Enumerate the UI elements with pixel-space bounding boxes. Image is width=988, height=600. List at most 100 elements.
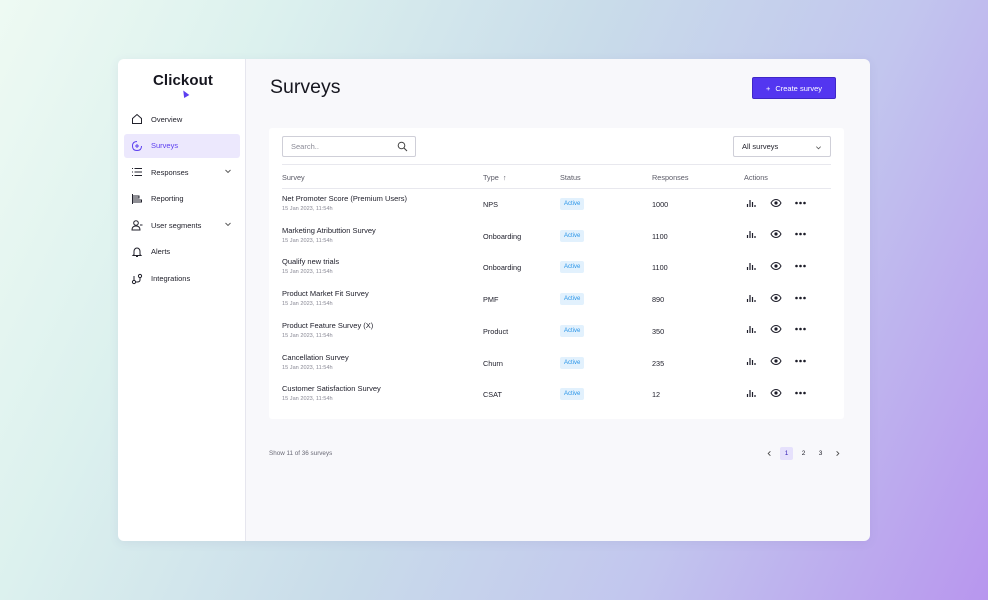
row-actions xyxy=(744,196,807,209)
prev-page-icon[interactable] xyxy=(763,447,776,460)
page-2-button[interactable]: 2 xyxy=(797,447,810,460)
sidebar-item-label: Integrations xyxy=(151,274,191,284)
chart-icon[interactable] xyxy=(744,323,757,336)
page-title: Surveys xyxy=(270,76,341,98)
survey-type: NPS xyxy=(483,200,499,209)
search-icon[interactable] xyxy=(397,141,408,154)
sidebar: Clickout Overview Surveys Responses Repo… xyxy=(118,59,246,541)
table-row[interactable]: Product Market Fit Survey 15 Jan 2023, 11… xyxy=(282,284,831,316)
survey-type: Product xyxy=(483,326,509,336)
status-badge: Active xyxy=(560,293,585,306)
chevron-down-icon[interactable] xyxy=(224,220,232,230)
eye-icon[interactable] xyxy=(769,386,782,399)
survey-name[interactable]: Product Feature Survey (X) xyxy=(282,321,373,330)
sidebar-item-reporting[interactable]: Reporting xyxy=(124,187,240,211)
home-icon xyxy=(130,112,144,126)
survey-date: 15 Jan 2023, 11:54h xyxy=(282,269,333,276)
eye-icon[interactable] xyxy=(769,291,782,304)
survey-type: Churn xyxy=(483,358,503,368)
column-actions: Actions xyxy=(744,173,768,182)
column-survey[interactable]: Survey xyxy=(282,173,305,182)
more-options-icon[interactable] xyxy=(794,323,807,336)
page-3-button[interactable]: 3 xyxy=(814,447,827,460)
sort-arrow-icon: ↑ xyxy=(502,173,507,182)
chart-icon[interactable] xyxy=(744,196,757,209)
sidebar-item-surveys[interactable]: Surveys xyxy=(124,133,240,158)
more-options-icon[interactable] xyxy=(794,355,807,368)
row-actions xyxy=(744,291,807,304)
response-count: 1000 xyxy=(652,200,669,209)
response-count: 12 xyxy=(652,390,661,400)
filter-selected: All surveys xyxy=(742,142,779,151)
survey-name[interactable]: Net Promoter Score (Premium Users) xyxy=(282,194,407,203)
chart-icon[interactable] xyxy=(744,228,757,241)
row-actions xyxy=(744,355,807,368)
more-options-icon[interactable] xyxy=(794,259,807,272)
column-type[interactable]: Type ↑ xyxy=(483,173,507,182)
chart-icon[interactable] xyxy=(744,259,757,272)
survey-date: 15 Jan 2023, 11:54h xyxy=(282,364,333,371)
survey-type: Onboarding xyxy=(483,263,522,273)
sidebar-item-integrations[interactable]: Integrations xyxy=(124,267,240,291)
sidebar-item-responses[interactable]: Responses xyxy=(124,160,240,184)
table-row[interactable]: Customer Satisfaction Survey 15 Jan 2023,… xyxy=(282,379,831,411)
survey-type: PMF xyxy=(483,295,499,305)
column-responses[interactable]: Responses xyxy=(652,173,689,182)
survey-type: Onboarding xyxy=(483,231,522,241)
table-row[interactable]: Qualify new trials 15 Jan 2023, 11:54h Onb… xyxy=(282,252,831,284)
integrations-icon xyxy=(130,272,144,286)
more-options-icon[interactable] xyxy=(794,386,807,399)
create-survey-button[interactable]: + Create survey xyxy=(752,77,836,99)
survey-date: 15 Jan 2023, 11:54h xyxy=(282,301,333,308)
survey-date: 15 Jan 2023, 11:54h xyxy=(282,332,333,339)
eye-icon[interactable] xyxy=(769,323,782,336)
table-row[interactable]: Cancellation Survey 15 Jan 2023, 11:54h Ch… xyxy=(282,348,831,380)
main-content: Surveys + Create survey Search.. All sur… xyxy=(246,59,870,541)
chevron-down-icon[interactable] xyxy=(224,167,232,177)
sidebar-item-alerts[interactable]: Alerts xyxy=(124,240,240,264)
report-icon xyxy=(130,192,144,206)
eye-icon[interactable] xyxy=(769,355,782,368)
chart-icon[interactable] xyxy=(744,291,757,304)
sidebar-item-overview[interactable]: Overview xyxy=(124,107,240,131)
survey-date: 15 Jan 2023, 11:54h xyxy=(282,206,333,212)
search-input[interactable]: Search.. xyxy=(282,136,416,157)
app-logo[interactable]: Clickout xyxy=(153,72,213,99)
search-placeholder: Search.. xyxy=(291,142,319,151)
survey-name[interactable]: Customer Satisfaction Survey xyxy=(282,384,381,393)
sidebar-item-label: Overview xyxy=(151,114,183,124)
list-icon xyxy=(130,165,144,179)
next-page-icon[interactable] xyxy=(831,447,844,460)
row-actions xyxy=(744,323,807,336)
survey-name[interactable]: Qualify new trials xyxy=(282,257,339,266)
response-count: 1100 xyxy=(652,263,668,273)
page-1-button[interactable]: 1 xyxy=(780,447,793,460)
survey-name[interactable]: Marketing Atributtion Survey xyxy=(282,226,376,235)
status-badge: Active xyxy=(560,324,585,337)
row-actions xyxy=(744,259,807,272)
eye-icon[interactable] xyxy=(769,228,782,241)
column-status[interactable]: Status xyxy=(560,173,581,182)
chart-icon[interactable] xyxy=(744,386,757,399)
eye-icon[interactable] xyxy=(769,259,782,272)
app-window: Clickout Overview Surveys Responses Repo… xyxy=(118,59,870,541)
table-row[interactable]: Net Promoter Score (Premium Users) 15 Jan… xyxy=(282,189,831,221)
chart-icon[interactable] xyxy=(744,355,757,368)
surveys-card: Search.. All surveys Survey Type ↑ Statu… xyxy=(269,128,844,419)
more-options-icon[interactable] xyxy=(794,196,807,209)
survey-name[interactable]: Cancellation Survey xyxy=(282,353,349,362)
table-row[interactable]: Marketing Atributtion Survey 15 Jan 2023,… xyxy=(282,221,831,253)
survey-name[interactable]: Product Market Fit Survey xyxy=(282,289,369,298)
status-badge: Active xyxy=(560,356,585,369)
more-options-icon[interactable] xyxy=(794,291,807,304)
sidebar-item-user-segments[interactable]: User segments xyxy=(124,213,240,237)
pagination: 1 2 3 xyxy=(763,447,844,460)
survey-filter-select[interactable]: All surveys xyxy=(733,136,831,157)
more-options-icon[interactable] xyxy=(794,228,807,241)
eye-icon[interactable] xyxy=(769,196,782,209)
response-count: 1100 xyxy=(652,231,668,241)
column-type-label: Type xyxy=(483,173,499,182)
status-badge: Active xyxy=(560,388,585,401)
table-header: Survey Type ↑ Status Responses Actions xyxy=(282,164,831,189)
table-row[interactable]: Product Feature Survey (X) 15 Jan 2023, 1… xyxy=(282,316,831,348)
